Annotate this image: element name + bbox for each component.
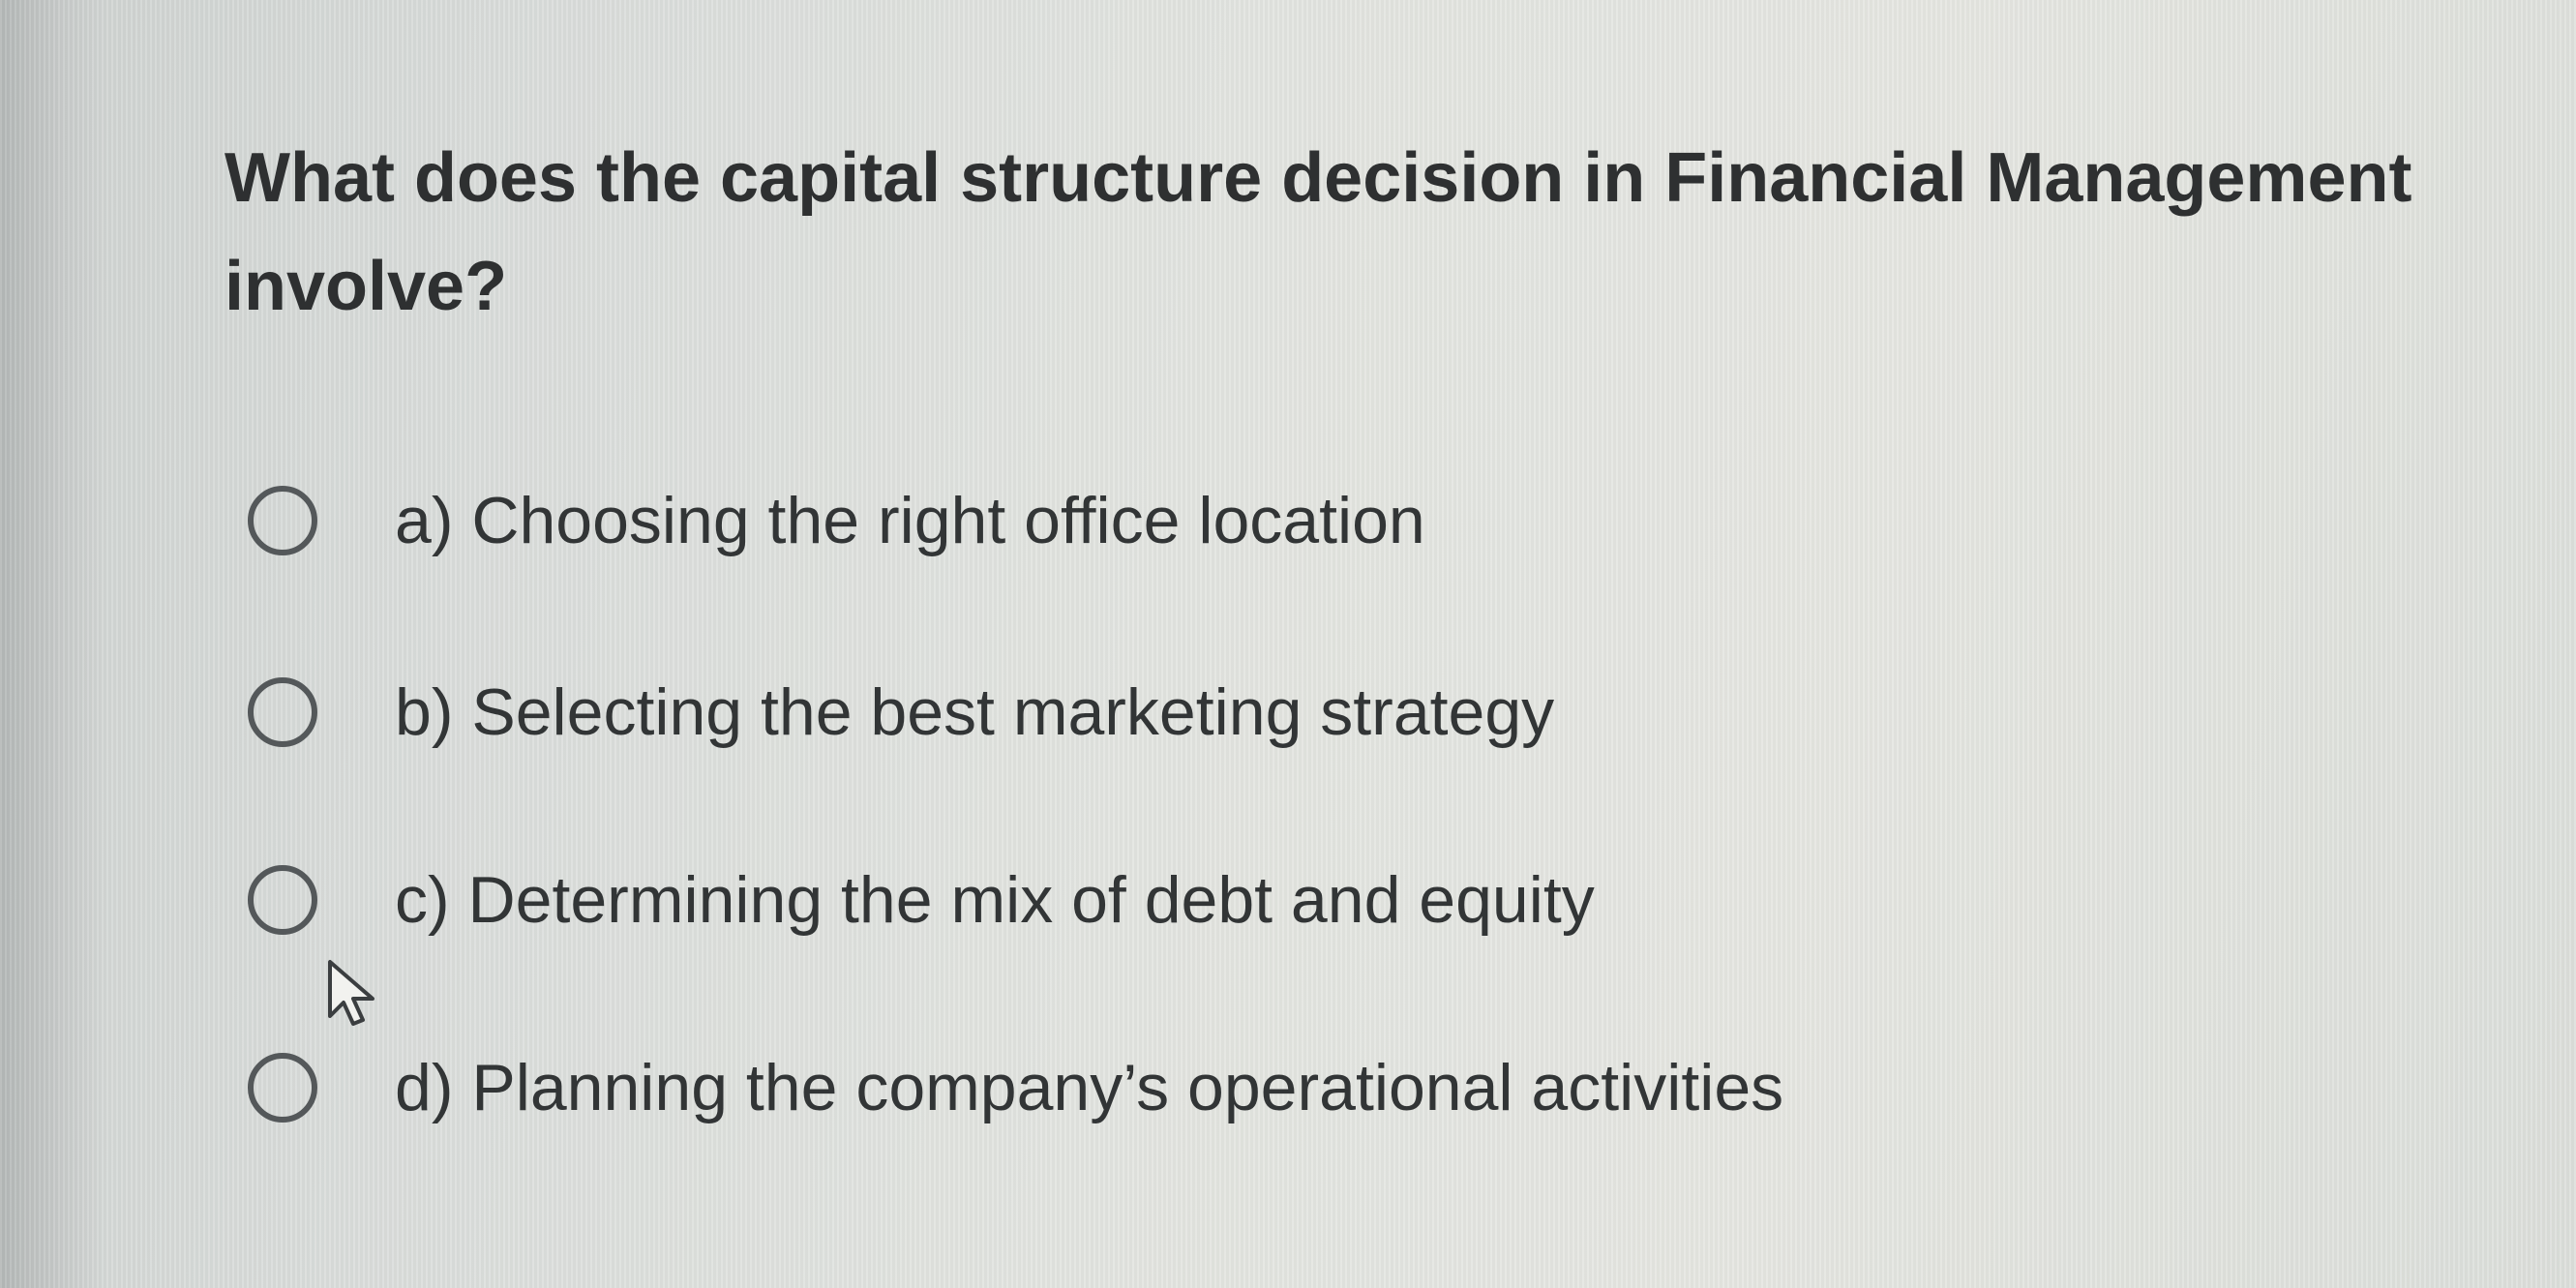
option-d[interactable]: d) Planning the company’s operational ac… [248, 1039, 1783, 1136]
question-text: What does the capital structure decision… [225, 139, 2412, 325]
radio-button-icon[interactable] [248, 486, 317, 555]
option-c[interactable]: c) Determining the mix of debt and equit… [248, 852, 1595, 948]
option-b[interactable]: b) Selecting the best marketing strategy [248, 664, 1554, 761]
radio-button-icon[interactable] [248, 677, 317, 747]
option-a-label: a) Choosing the right office location [395, 484, 1425, 557]
option-a[interactable]: a) Choosing the right office location [248, 472, 1425, 569]
background-edge [0, 0, 106, 1288]
option-b-label: b) Selecting the best marketing strategy [395, 675, 1555, 749]
option-c-label: c) Determining the mix of debt and equit… [395, 863, 1595, 937]
option-d-label: d) Planning the company’s operational ac… [395, 1051, 1784, 1124]
mouse-pointer-icon [328, 960, 374, 1026]
radio-button-icon[interactable] [248, 1053, 317, 1123]
radio-button-icon[interactable] [248, 865, 317, 935]
